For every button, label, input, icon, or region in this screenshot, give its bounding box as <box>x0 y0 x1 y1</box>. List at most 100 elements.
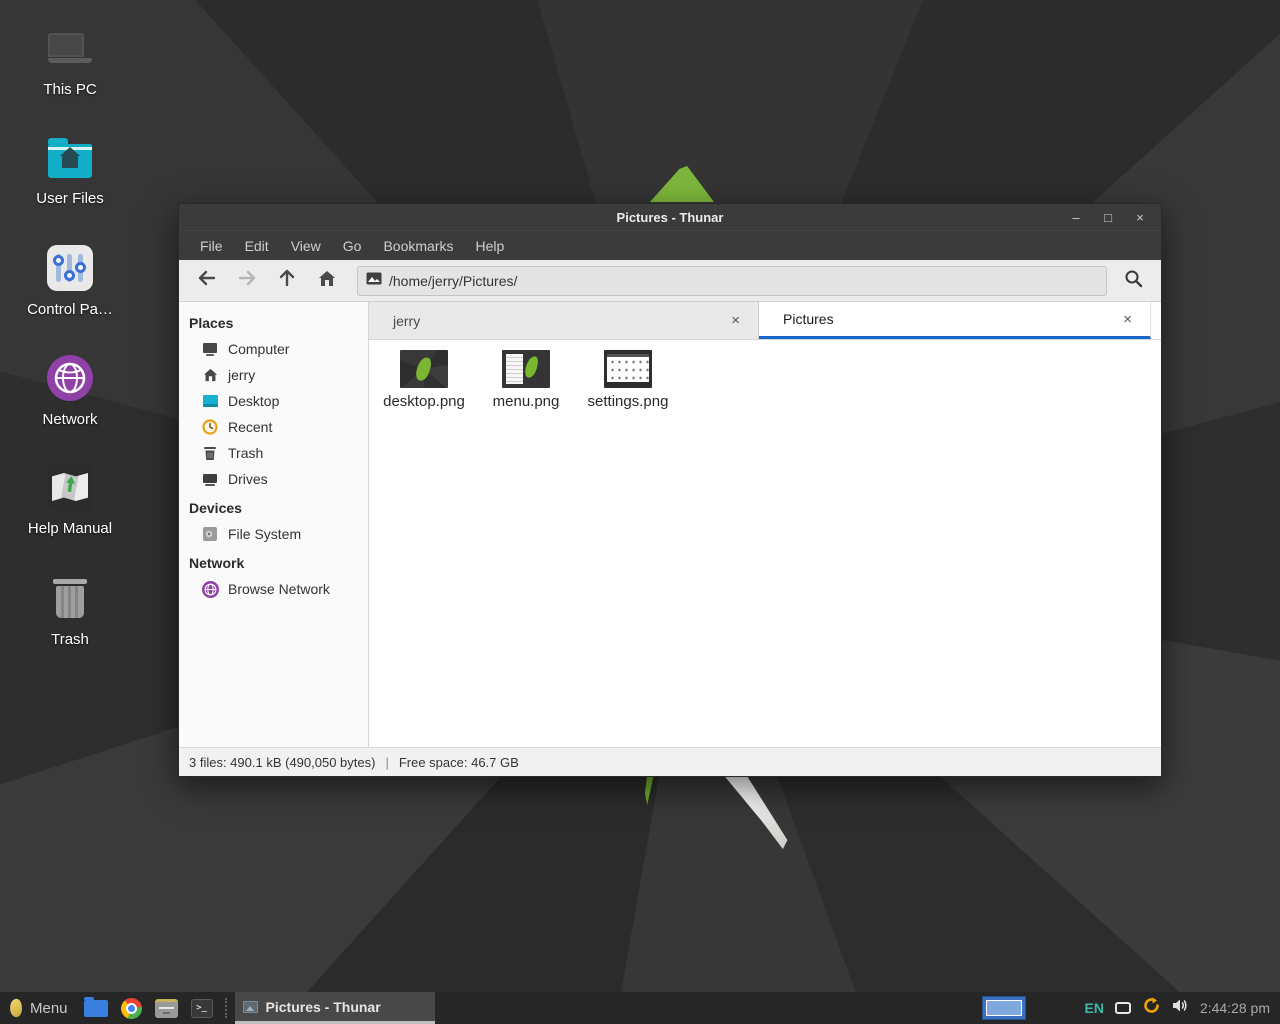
desktop-icon-label: User Files <box>36 190 104 207</box>
menu-file[interactable]: File <box>189 231 234 261</box>
tab-jerry[interactable]: jerry × <box>369 302 759 339</box>
sidebar-header-devices: Devices <box>179 492 368 521</box>
task-label: Pictures - Thunar <box>266 999 381 1015</box>
desktop-icon-user-files[interactable]: User Files <box>5 133 135 207</box>
file-menu-png[interactable]: menu.png <box>475 350 577 410</box>
keyboard-layout-indicator[interactable]: EN <box>1084 1000 1103 1016</box>
desktop-icon-label: Control Pa… <box>27 301 113 318</box>
menu-png-thumbnail <box>502 350 550 388</box>
terminal-launcher-icon[interactable]: >_ <box>191 999 213 1018</box>
menu-view[interactable]: View <box>280 231 332 261</box>
network-globe-icon <box>201 580 219 598</box>
status-files-text: 3 files: 490.1 kB (490,050 bytes) <box>189 755 375 770</box>
menu-edit[interactable]: Edit <box>234 231 280 261</box>
settings-png-thumbnail <box>604 350 652 388</box>
sidebar-item-label: Computer <box>228 341 289 357</box>
tab-close-icon[interactable]: × <box>1119 311 1136 328</box>
help-manual-icon <box>46 463 94 511</box>
start-menu-button[interactable]: Menu <box>6 992 76 1024</box>
forward-button[interactable] <box>229 265 265 297</box>
sidebar-item-recent[interactable]: Recent <box>179 414 368 440</box>
menu-help[interactable]: Help <box>465 231 516 261</box>
menu-go[interactable]: Go <box>332 231 373 261</box>
user-files-folder-icon <box>46 133 94 181</box>
tab-label: Pictures <box>783 311 1119 327</box>
clock[interactable]: 2:44:28 pm <box>1200 1000 1270 1016</box>
desktop-png-thumbnail <box>400 350 448 388</box>
window-titlebar[interactable]: Pictures - Thunar – □ × <box>179 204 1161 230</box>
thunar-window: Pictures - Thunar – □ × File Edit View G… <box>178 203 1162 777</box>
desktop-icon-label: This PC <box>43 81 96 98</box>
file-name: menu.png <box>493 393 560 410</box>
status-separator: | <box>385 755 388 770</box>
file-settings-png[interactable]: settings.png <box>577 350 679 410</box>
taskbar-separator <box>225 998 227 1018</box>
mint-leaf-sliver <box>641 775 663 805</box>
desktop-icon-label: Network <box>42 411 97 428</box>
taskbar-window-button[interactable]: Pictures - Thunar <box>235 992 435 1024</box>
back-button[interactable] <box>189 265 225 297</box>
up-button[interactable] <box>269 265 305 297</box>
archive-launcher-icon[interactable] <box>155 999 178 1018</box>
desktop-icon-this-pc[interactable]: This PC <box>5 24 135 98</box>
search-button[interactable] <box>1115 265 1151 297</box>
thunar-task-icon <box>243 1001 258 1013</box>
desktop-icon-help-manual[interactable]: Help Manual <box>5 463 135 537</box>
quick-launchers: >_ <box>84 998 213 1019</box>
hard-disk-icon <box>201 525 219 543</box>
tab-label: jerry <box>393 313 727 329</box>
control-panel-icon <box>46 244 94 292</box>
file-manager-launcher-icon[interactable] <box>84 1000 108 1017</box>
tab-close-icon[interactable]: × <box>727 312 744 329</box>
sidebar-header-places: Places <box>179 307 368 336</box>
workspace-switcher[interactable] <box>982 996 1026 1020</box>
file-view[interactable]: desktop.png menu.png settings.png <box>369 340 1161 747</box>
active-workspace[interactable] <box>986 1000 1022 1016</box>
sidebar-item-file-system[interactable]: File System <box>179 521 368 547</box>
mint-logo-blade <box>716 775 792 849</box>
forward-icon <box>238 270 256 291</box>
sidebar-item-jerry-home[interactable]: jerry <box>179 362 368 388</box>
desktop-icon-control-panel[interactable]: Control Pa… <box>5 244 135 318</box>
volume-icon[interactable] <box>1172 998 1189 1018</box>
home-button[interactable] <box>309 265 345 297</box>
file-name: settings.png <box>588 393 669 410</box>
tab-pictures[interactable]: Pictures × <box>759 302 1151 339</box>
this-pc-icon <box>46 24 94 72</box>
system-tray: EN 2:44:28 pm <box>1084 996 1274 1020</box>
menu-bookmarks[interactable]: Bookmarks <box>372 231 464 261</box>
pathbar[interactable]: /home/jerry/Pictures/ <box>357 266 1107 296</box>
maximize-button[interactable]: □ <box>1099 210 1117 225</box>
picture-icon <box>366 272 382 290</box>
sidebar-item-computer[interactable]: Computer <box>179 336 368 362</box>
sidebar-header-network: Network <box>179 547 368 576</box>
status-bar: 3 files: 490.1 kB (490,050 bytes) | Free… <box>179 747 1161 776</box>
chrome-launcher-icon[interactable] <box>121 998 142 1019</box>
minimize-button[interactable]: – <box>1067 210 1085 225</box>
computer-icon <box>201 340 219 358</box>
sidebar-item-drives[interactable]: Drives <box>179 466 368 492</box>
update-manager-icon[interactable] <box>1142 996 1161 1020</box>
desktop-icon-network[interactable]: Network <box>5 354 135 428</box>
mint-leaf-top <box>650 166 714 202</box>
display-tray-icon[interactable] <box>1115 1002 1131 1014</box>
file-name: desktop.png <box>383 393 465 410</box>
desktop-icon-label: Help Manual <box>28 520 112 537</box>
recent-clock-icon <box>201 418 219 436</box>
taskbar: Menu >_ Pictures - Thunar EN 2:44:28 pm <box>0 992 1280 1024</box>
sidebar-item-label: Drives <box>228 471 268 487</box>
trash-can-icon <box>46 574 94 622</box>
sidebar-item-label: jerry <box>228 367 255 383</box>
home-icon <box>318 270 336 292</box>
desktop-icon-trash[interactable]: Trash <box>5 574 135 648</box>
sidebar-item-trash[interactable]: Trash <box>179 440 368 466</box>
close-button[interactable]: × <box>1131 210 1149 225</box>
trash-icon <box>201 444 219 462</box>
sidebar-item-label: Browse Network <box>228 581 330 597</box>
desktop-icon-label: Trash <box>51 631 89 648</box>
sidebar-item-browse-network[interactable]: Browse Network <box>179 576 368 602</box>
sidebar-item-desktop[interactable]: Desktop <box>179 388 368 414</box>
desktop: This PC User Files Control Pa… Network H… <box>0 0 1280 1024</box>
drives-icon <box>201 470 219 488</box>
file-desktop-png[interactable]: desktop.png <box>373 350 475 410</box>
